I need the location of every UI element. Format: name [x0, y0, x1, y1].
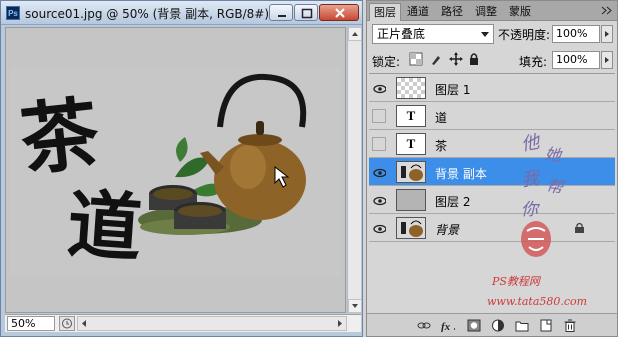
eye-icon[interactable] [371, 164, 387, 180]
site-url-watermark: www.tata580.com [487, 295, 588, 308]
link-layers-icon[interactable] [417, 319, 431, 332]
layer-thumbnail [396, 77, 426, 99]
panel-menu-icon[interactable] [600, 4, 614, 17]
layer-row-dao[interactable]: T 道 [369, 102, 615, 130]
fill-slider-toggle[interactable] [601, 51, 613, 69]
handwriting-line: 你 [521, 200, 538, 220]
opacity-label: 不透明度: [498, 28, 551, 42]
scroll-down-button[interactable] [348, 299, 362, 313]
layer-name: 背景 [435, 223, 460, 237]
document-title-bar[interactable]: Ps source01.jpg @ 50% (背景 副本, RGB/8#) * [1, 1, 362, 25]
svg-text:fx: fx [441, 321, 451, 332]
adjustment-layer-icon[interactable] [491, 319, 505, 332]
layer-name: 道 [435, 111, 448, 125]
arrow-left-icon[interactable] [78, 317, 91, 330]
arrow-right-icon[interactable] [333, 317, 346, 330]
fill-label: 填充: [519, 55, 548, 69]
eye-icon[interactable] [371, 80, 387, 96]
minimize-icon [278, 15, 286, 17]
visibility-toggle-off[interactable] [372, 137, 386, 151]
layers-panel-footer: fx [367, 313, 617, 336]
blend-mode-value: 正片叠底 [377, 27, 426, 41]
lock-transparency-icon[interactable] [409, 52, 423, 66]
new-group-folder-icon[interactable] [515, 319, 529, 332]
photoshop-logo-icon: Ps [6, 6, 20, 20]
handwriting-line: 我 [519, 167, 541, 192]
opacity-field[interactable]: 100% [552, 25, 600, 43]
document-window: Ps source01.jpg @ 50% (背景 副本, RGB/8#) * [0, 0, 363, 337]
vertical-scrollbar[interactable] [347, 27, 362, 313]
text-layer-thumbnail: T [396, 133, 426, 155]
clock-icon [62, 318, 72, 329]
text-layer-thumbnail: T [396, 105, 426, 127]
maximize-button[interactable] [294, 4, 318, 21]
teapot-thumbnail-icon [397, 218, 425, 238]
layers-panel: 图层 通道 路径 调整 蒙版 正片叠底 不透明度: 100% 锁定: 填充: 1… [366, 0, 618, 337]
delete-layer-trash-icon[interactable] [563, 319, 577, 332]
layer-row-layer2[interactable]: 图层 2 [369, 186, 615, 214]
lock-label: 锁定: [372, 55, 401, 69]
layer-name: 背景 副本 [435, 167, 487, 181]
eye-icon[interactable] [371, 192, 387, 208]
tab-layers[interactable]: 图层 [369, 3, 401, 21]
blend-mode-select[interactable]: 正片叠底 [372, 24, 494, 44]
panel-tab-bar: 图层 通道 路径 调整 蒙版 [367, 1, 617, 21]
calligraphy-dao-char: 道 [64, 181, 145, 273]
status-bar: 50% [5, 314, 361, 332]
canvas-area[interactable]: 茶 道 [5, 27, 346, 313]
eye-icon[interactable] [371, 220, 387, 236]
scroll-up-button[interactable] [348, 27, 362, 41]
chevron-down-icon [481, 32, 489, 37]
arrow-down-icon [352, 304, 358, 308]
maximize-icon [301, 8, 313, 19]
layers-list: 图层 1 T 道 T 茶 背景 副本 图层 2 背景 [369, 73, 615, 242]
seal-stamp-icon [521, 221, 551, 257]
tab-masks[interactable]: 蒙版 [505, 3, 535, 21]
layer-row-cha[interactable]: T 茶 [369, 130, 615, 158]
layer-name: 图层 2 [435, 195, 471, 209]
layer-row-layer1[interactable]: 图层 1 [369, 74, 615, 102]
lock-position-move-icon[interactable] [449, 52, 463, 66]
fill-field[interactable]: 100% [552, 51, 600, 69]
tab-channels[interactable]: 通道 [403, 3, 433, 21]
layer-row-background-copy[interactable]: 背景 副本 [369, 158, 615, 186]
close-button[interactable] [319, 4, 359, 21]
tea-artwork-image: 茶 道 [10, 67, 340, 276]
zoom-level-field[interactable]: 50% [7, 316, 55, 331]
layer-style-fx-icon[interactable]: fx [441, 319, 455, 332]
layer-thumbnail [396, 189, 426, 211]
teapot-thumbnail-icon [397, 162, 425, 182]
lock-row: 锁定: 填充: 100% [367, 49, 617, 71]
arrow-up-icon [352, 32, 358, 36]
tab-adjustments[interactable]: 调整 [471, 3, 501, 21]
lock-pixels-brush-icon[interactable] [429, 52, 443, 66]
layer-thumbnail [396, 161, 426, 183]
layer-row-background[interactable]: 背景 [369, 214, 615, 242]
close-icon [335, 8, 345, 18]
layer-name: 图层 1 [435, 83, 471, 97]
add-mask-icon[interactable] [467, 319, 481, 332]
opacity-slider-toggle[interactable] [601, 25, 613, 43]
lock-icon [575, 222, 584, 233]
document-title: source01.jpg @ 50% (背景 副本, RGB/8#) * [25, 7, 279, 21]
handwriting-line: 她 [543, 143, 563, 166]
site-name-watermark: PS教程网 [492, 275, 540, 288]
tab-paths[interactable]: 路径 [437, 3, 467, 21]
status-info-button[interactable] [59, 316, 75, 331]
new-layer-icon[interactable] [539, 319, 553, 332]
layer-thumbnail [396, 217, 426, 239]
minimize-button[interactable] [269, 4, 293, 21]
horizontal-scrollbar[interactable] [77, 316, 347, 331]
visibility-toggle-off[interactable] [372, 109, 386, 123]
lock-all-icon[interactable] [467, 52, 481, 66]
layer-name: 茶 [435, 139, 448, 153]
